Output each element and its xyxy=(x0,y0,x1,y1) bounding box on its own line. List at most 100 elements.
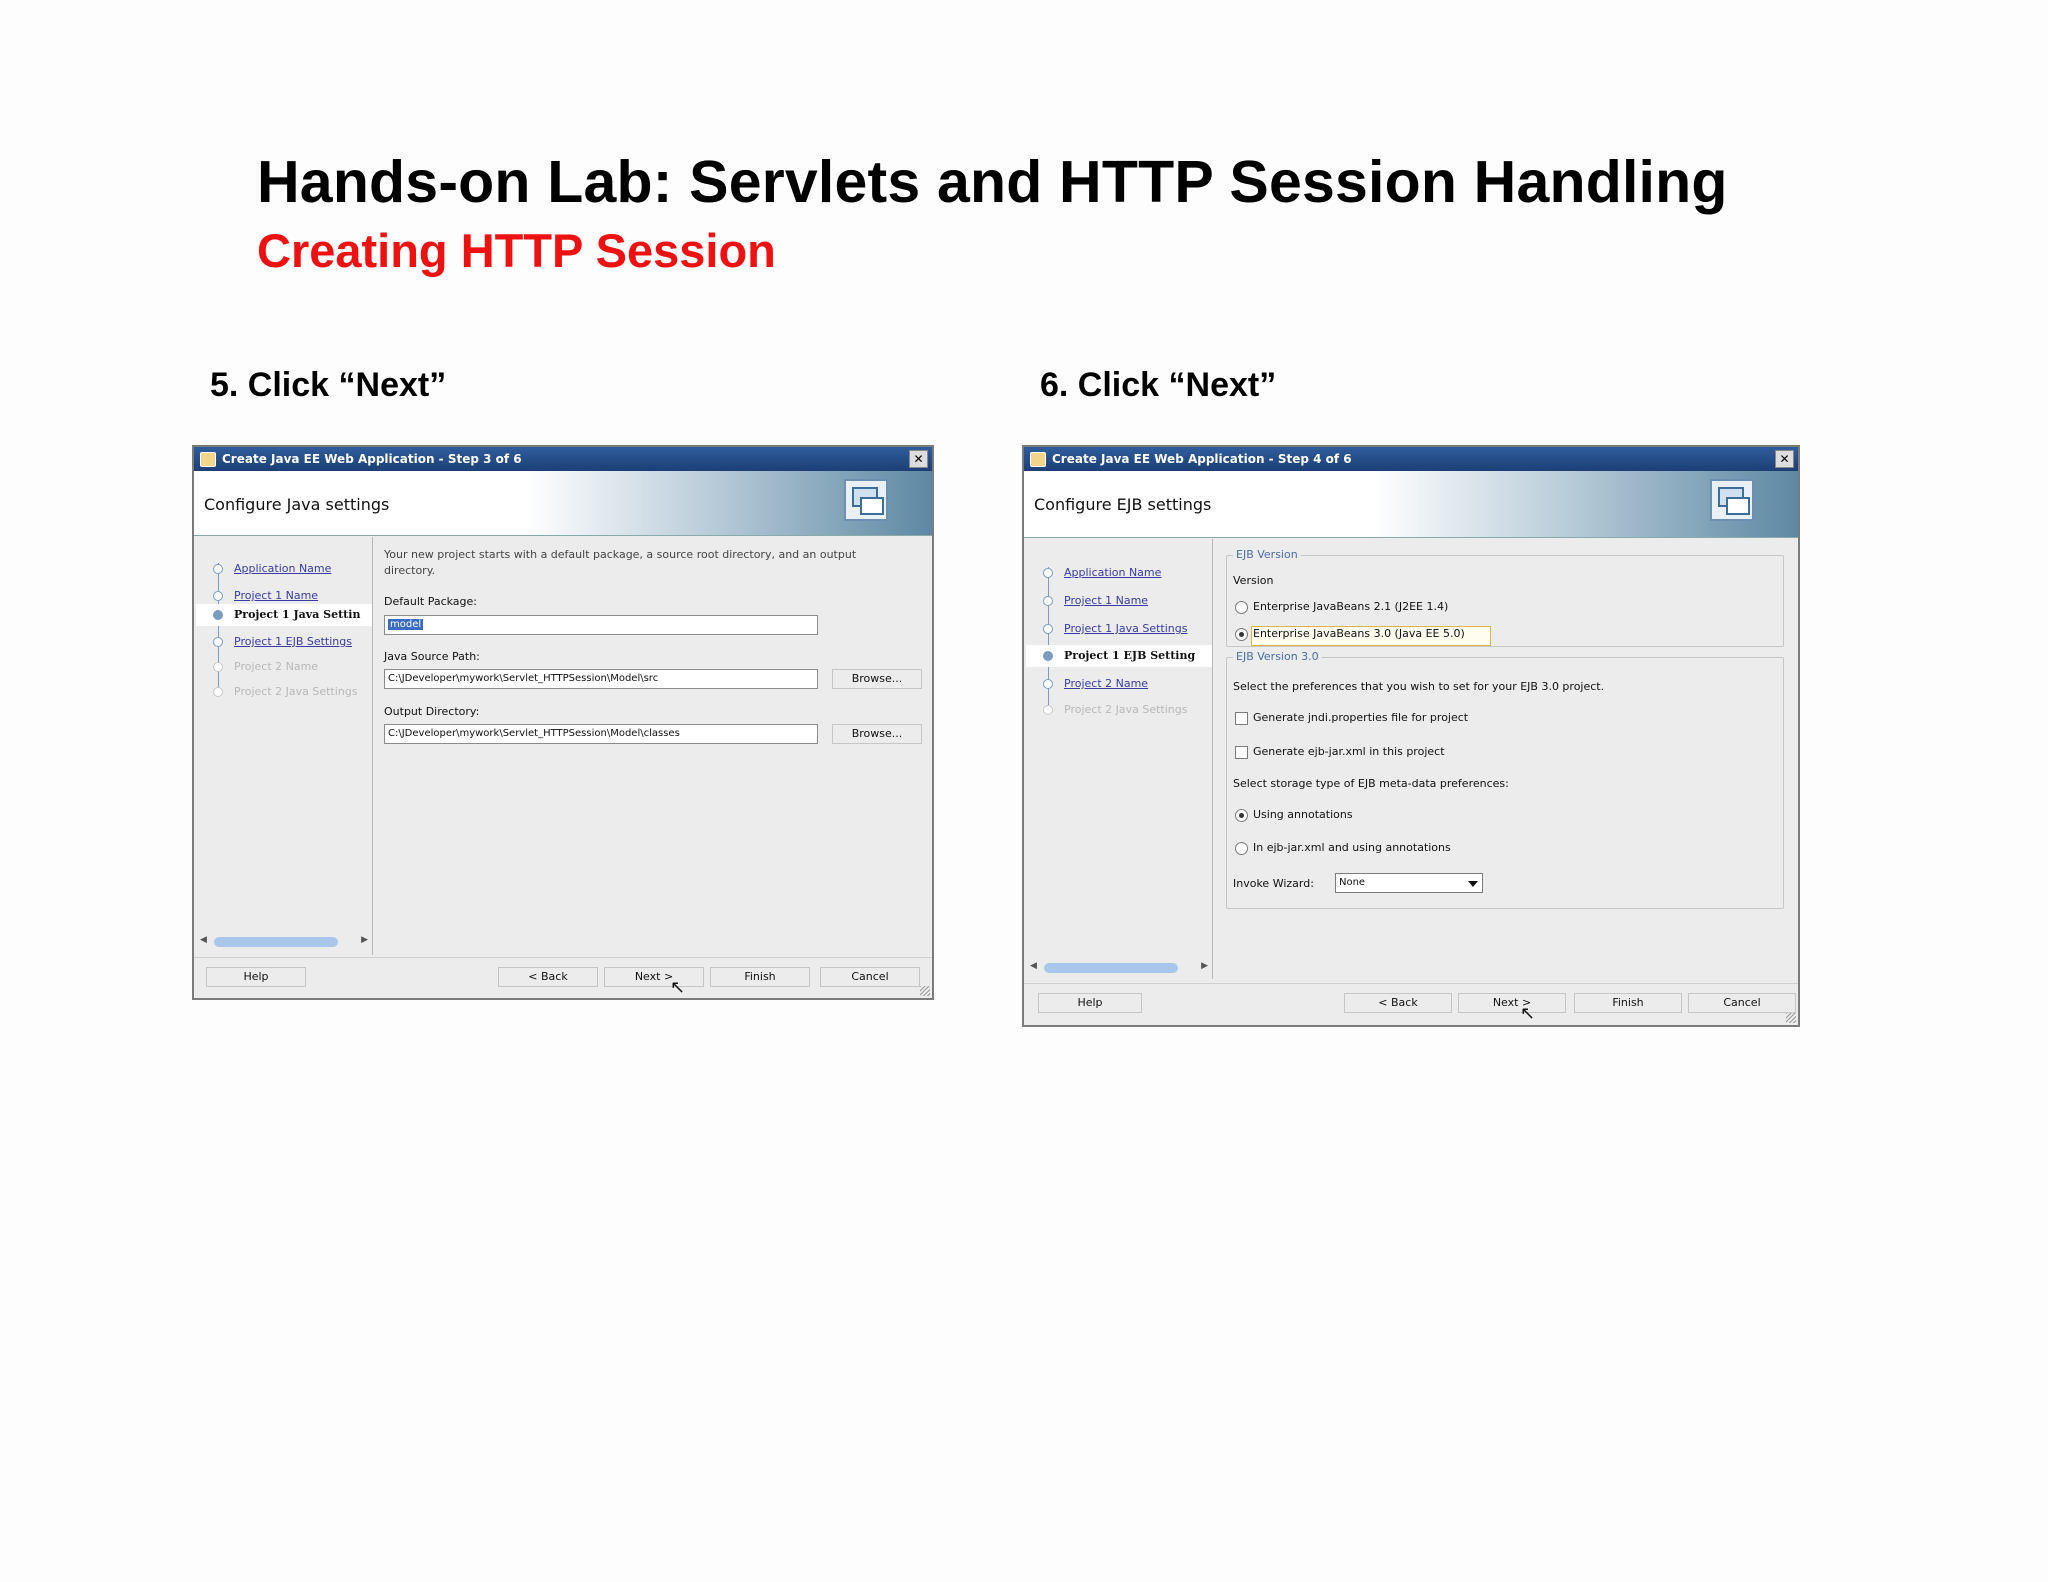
nav-item-project-1-java-settings[interactable]: Project 1 Java Settin xyxy=(234,608,360,621)
nav-item-application-name[interactable]: Application Name xyxy=(1064,566,1161,579)
nav-step-icon xyxy=(1043,679,1053,689)
nav-item-project-2-name: Project 2 Name xyxy=(234,660,319,673)
generate-ejbjar-checkbox[interactable] xyxy=(1235,746,1248,759)
ejbjar-annotations-label: In ejb-jar.xml and using annotations xyxy=(1253,841,1451,854)
using-annotations-radio[interactable] xyxy=(1235,809,1248,822)
slide-subtitle: Creating HTTP Session xyxy=(257,224,776,277)
nav-step-icon xyxy=(213,687,223,697)
generate-jndi-checkbox[interactable] xyxy=(1235,712,1248,725)
storage-type-text: Select storage type of EJB meta-data pre… xyxy=(1233,777,1509,790)
resize-grip-icon[interactable] xyxy=(920,986,930,996)
nav-step-icon xyxy=(1043,596,1053,606)
button-bar-divider xyxy=(1024,983,1798,984)
generate-jndi-label: Generate jndi.properties file for projec… xyxy=(1253,711,1469,724)
default-package-label: Default Package: xyxy=(384,595,477,608)
scroll-left-icon[interactable]: ◀ xyxy=(200,935,207,945)
nav-item-project-2-java-settings: Project 2 Java Settings xyxy=(234,685,358,698)
window-title: Create Java EE Web Application - Step 3 … xyxy=(222,452,522,466)
banner-title: Configure Java settings xyxy=(204,495,390,514)
nav-item-application-name[interactable]: Application Name xyxy=(234,562,331,575)
close-icon[interactable]: ✕ xyxy=(1775,450,1794,468)
ejb30-option-label: Enterprise JavaBeans 3.0 (Java EE 5.0) xyxy=(1253,627,1465,640)
using-annotations-label: Using annotations xyxy=(1253,808,1353,821)
nav-item-project-1-ejb-settings[interactable]: Project 1 EJB Setting xyxy=(1064,649,1195,662)
finish-button[interactable]: Finish xyxy=(710,967,810,987)
nav-connector xyxy=(218,563,219,695)
nav-step-icon xyxy=(1043,624,1053,634)
default-package-value: model xyxy=(388,619,424,630)
nav-step-icon xyxy=(213,610,223,620)
scroll-left-icon[interactable]: ◀ xyxy=(1030,961,1037,971)
output-directory-field[interactable]: C:\JDeveloper\mywork\Servlet_HTTPSession… xyxy=(384,724,818,744)
step-6-label: 6. Click “Next” xyxy=(1040,366,1277,404)
version-label: Version xyxy=(1233,574,1274,587)
close-icon[interactable]: ✕ xyxy=(909,450,928,468)
ejb30-group-title: EJB Version 3.0 xyxy=(1233,650,1322,663)
help-button[interactable]: Help xyxy=(206,967,306,987)
nav-item-project-1-ejb-settings[interactable]: Project 1 EJB Settings xyxy=(234,635,352,648)
nav-step-icon xyxy=(213,591,223,601)
mouse-cursor-icon: ↖ xyxy=(670,977,686,998)
app-icon xyxy=(200,452,216,467)
button-bar-divider xyxy=(194,957,932,958)
nav-step-icon xyxy=(1043,705,1053,715)
nav-item-project-2-name[interactable]: Project 2 Name xyxy=(1064,677,1148,690)
java-source-path-label: Java Source Path: xyxy=(384,650,480,663)
window-title: Create Java EE Web Application - Step 4 … xyxy=(1052,452,1352,466)
ejb-version-group: EJB Version Version Enterprise JavaBeans… xyxy=(1226,548,1784,647)
invoke-wizard-value: None xyxy=(1339,877,1366,888)
nav-item-project-1-name[interactable]: Project 1 Name xyxy=(234,589,318,602)
next-button[interactable]: Next > xyxy=(1458,993,1566,1013)
ejb30-group: EJB Version 3.0 Select the preferences t… xyxy=(1226,650,1784,909)
nav-item-project-1-java-settings[interactable]: Project 1 Java Settings xyxy=(1064,622,1187,635)
ejb-settings-panel: EJB Version Version Enterprise JavaBeans… xyxy=(1214,539,1798,979)
wizard-navigation: Application Name Project 1 Name Project … xyxy=(1026,539,1213,979)
java-settings-panel: Your new project starts with a default p… xyxy=(374,537,932,957)
nav-step-icon xyxy=(1043,568,1053,578)
ejb-version-group-title: EJB Version xyxy=(1233,548,1301,561)
nav-step-icon xyxy=(213,564,223,574)
slide-title: Hands-on Lab: Servlets and HTTP Session … xyxy=(257,149,1728,215)
invoke-wizard-label: Invoke Wizard: xyxy=(1233,877,1314,890)
back-button[interactable]: < Back xyxy=(498,967,598,987)
nav-step-icon xyxy=(1043,651,1053,661)
ejbjar-annotations-radio[interactable] xyxy=(1235,842,1248,855)
scroll-thumb[interactable] xyxy=(1044,963,1178,973)
default-package-field[interactable]: model xyxy=(384,615,818,635)
preferences-text: Select the preferences that you wish to … xyxy=(1233,680,1605,693)
description-text: Your new project starts with a default p… xyxy=(384,548,857,577)
scroll-right-icon[interactable]: ▶ xyxy=(1201,961,1208,971)
scroll-right-icon[interactable]: ▶ xyxy=(361,935,368,945)
browse-source-button[interactable]: Browse... xyxy=(832,669,922,689)
nav-scrollbar[interactable]: ◀ ▶ xyxy=(1030,961,1208,975)
dialog-titlebar: Create Java EE Web Application - Step 3 … xyxy=(194,447,932,471)
mouse-cursor-icon: ↖ xyxy=(1520,1003,1536,1024)
wizard-navigation: Application Name Project 1 Name Project … xyxy=(196,537,373,955)
wizard-banner: Configure Java settings xyxy=(194,471,932,536)
nav-step-icon xyxy=(213,662,223,672)
wizard-banner: Configure EJB settings xyxy=(1024,471,1798,538)
ejb21-radio[interactable] xyxy=(1235,601,1248,614)
wizard-icon xyxy=(1710,479,1754,521)
next-button[interactable]: Next > xyxy=(604,967,704,987)
cancel-button[interactable]: Cancel xyxy=(1688,993,1796,1013)
back-button[interactable]: < Back xyxy=(1344,993,1452,1013)
help-button[interactable]: Help xyxy=(1038,993,1142,1013)
dialog-titlebar: Create Java EE Web Application - Step 4 … xyxy=(1024,447,1798,471)
nav-item-project-1-name[interactable]: Project 1 Name xyxy=(1064,594,1148,607)
step-5-label: 5. Click “Next” xyxy=(210,366,447,404)
resize-grip-icon[interactable] xyxy=(1786,1013,1796,1023)
app-icon xyxy=(1030,452,1046,467)
ejb30-radio[interactable] xyxy=(1235,628,1248,641)
nav-scrollbar[interactable]: ◀ ▶ xyxy=(200,935,368,949)
dialog-step-3: Create Java EE Web Application - Step 3 … xyxy=(192,445,934,1000)
scroll-thumb[interactable] xyxy=(214,937,338,947)
nav-step-icon xyxy=(213,637,223,647)
finish-button[interactable]: Finish xyxy=(1574,993,1682,1013)
browse-output-button[interactable]: Browse... xyxy=(832,724,922,744)
invoke-wizard-dropdown[interactable]: None xyxy=(1335,873,1483,893)
java-source-path-field[interactable]: C:\JDeveloper\mywork\Servlet_HTTPSession… xyxy=(384,669,818,689)
ejb21-option-label: Enterprise JavaBeans 2.1 (J2EE 1.4) xyxy=(1253,600,1449,613)
chevron-down-icon xyxy=(1468,881,1478,887)
cancel-button[interactable]: Cancel xyxy=(820,967,920,987)
